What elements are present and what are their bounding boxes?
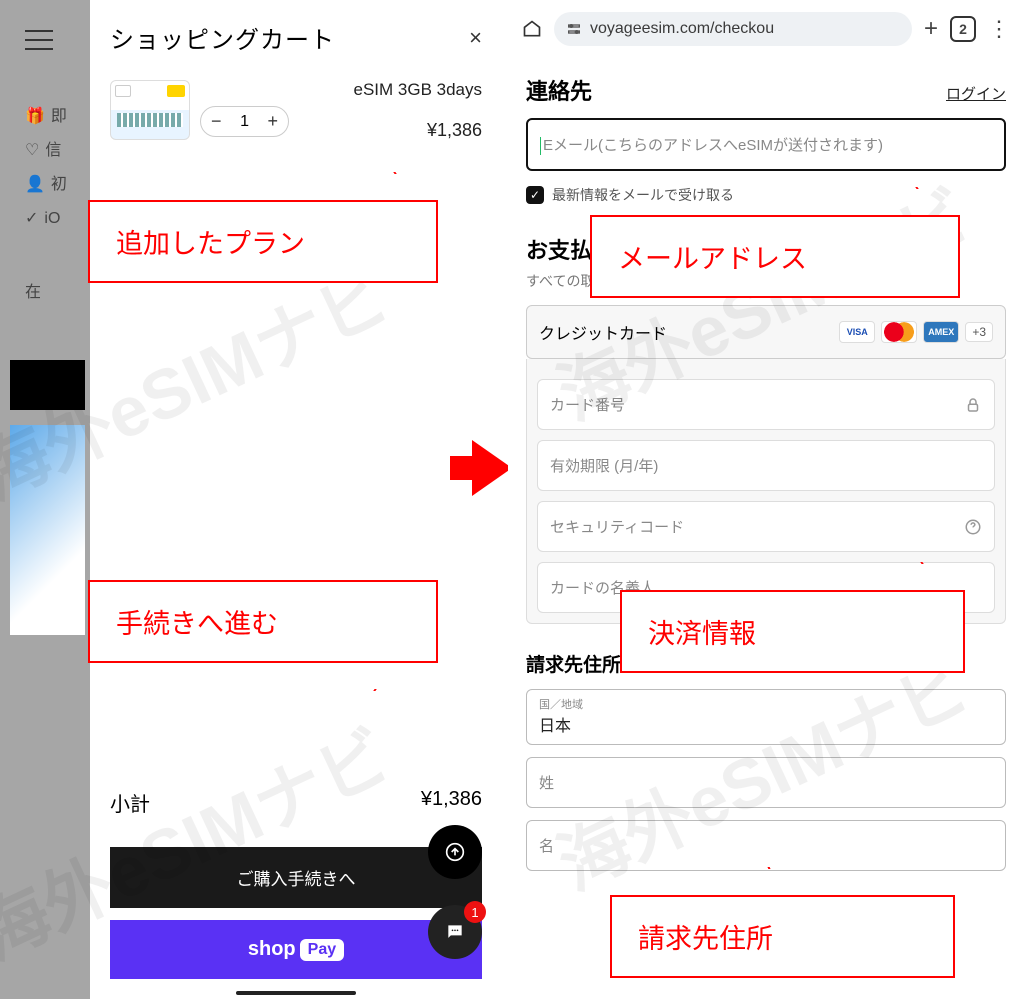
visa-icon: VISA (839, 321, 875, 343)
hamburger-icon[interactable] (25, 30, 53, 50)
chat-icon (445, 922, 465, 942)
url-bar[interactable]: voyageesim.com/checkou (554, 12, 912, 46)
mastercard-icon (881, 321, 917, 343)
email-field[interactable]: Eメール(こちらのアドレスへeSIMが送付されます) (526, 118, 1006, 171)
email-placeholder: Eメール(こちらのアドレスへeSIMが送付されます) (543, 137, 883, 154)
background-list: 🎁 即 ♡ 信 👤 初 ✓ iO 在 (25, 100, 67, 310)
shoppay-pill: Pay (300, 939, 344, 961)
callout-plan: 追加したプラン (88, 200, 438, 283)
shop-pay-button[interactable]: shop Pay (110, 920, 482, 979)
chat-button[interactable]: 1 (428, 905, 482, 959)
contact-title: 連絡先 (526, 74, 592, 106)
item-price: ¥1,386 (353, 120, 482, 141)
lock-icon (964, 396, 982, 414)
checkout-screen: voyageesim.com/checkou + 2 ⋮ 連絡先 ログイン Eメ… (508, 0, 1024, 999)
background-overlay: 🎁 即 ♡ 信 👤 初 ✓ iO 在 (0, 0, 90, 999)
cvv-placeholder: セキュリティコード (550, 519, 684, 536)
lastname-field[interactable]: 姓 (526, 757, 1006, 808)
cart-drawer: ショッピングカート × − 1 + eSIM 3GB 3days ¥1,386 … (90, 0, 502, 999)
expiry-placeholder: 有効期限 (月/年) (550, 458, 658, 475)
more-cards-badge: +3 (965, 322, 993, 342)
quantity-stepper[interactable]: − 1 + (200, 106, 289, 137)
subtotal-value: ¥1,386 (421, 788, 482, 817)
close-icon[interactable]: × (469, 25, 482, 51)
url-text: voyageesim.com/checkou (590, 20, 774, 38)
callout-proceed: 手続きへ進む (88, 580, 438, 663)
qty-value: 1 (238, 113, 252, 131)
payment-method-credit-card[interactable]: クレジットカード VISA AMEX +3 (526, 305, 1006, 359)
home-indicator (236, 991, 356, 995)
site-settings-icon (566, 21, 582, 37)
consent-label: 最新情報をメールで受け取る (552, 185, 734, 205)
arrow-right-icon (472, 440, 512, 496)
callout-email: メールアドレス (590, 215, 960, 298)
item-name: eSIM 3GB 3days (353, 80, 482, 100)
product-thumbnail[interactable] (110, 80, 190, 140)
scroll-top-button[interactable] (428, 825, 482, 879)
cvv-field[interactable]: セキュリティコード (537, 501, 995, 552)
arrow-up-icon (445, 842, 465, 862)
more-menu-icon[interactable]: ⋮ (988, 16, 1010, 42)
background-banner (10, 360, 85, 410)
qty-plus-button[interactable]: + (268, 111, 279, 132)
browser-bar: voyageesim.com/checkou + 2 ⋮ (508, 0, 1024, 54)
cart-title: ショッピングカート (110, 20, 335, 55)
country-label: 国／地域 (539, 696, 993, 712)
tabs-button[interactable]: 2 (950, 16, 976, 42)
firstname-placeholder: 名 (539, 838, 554, 855)
cart-screen: 🎁 即 ♡ 信 👤 初 ✓ iO 在 ショッピングカート × − 1 + (0, 0, 502, 999)
amex-icon: AMEX (923, 321, 959, 343)
home-icon[interactable] (522, 19, 542, 39)
firstname-field[interactable]: 名 (526, 820, 1006, 871)
subtotal-label: 小計 (110, 788, 150, 817)
credit-card-label: クレジットカード (539, 320, 667, 344)
checkout-button-label: ご購入手続きへ (237, 870, 356, 889)
cart-item: − 1 + eSIM 3GB 3days ¥1,386 (90, 70, 502, 151)
card-number-placeholder: カード番号 (550, 397, 625, 414)
country-select[interactable]: 国／地域 日本 (526, 689, 1006, 745)
new-tab-button[interactable]: + (924, 15, 938, 43)
checkout-button[interactable]: ご購入手続きへ (110, 847, 482, 908)
shoppay-text: shop (248, 938, 296, 961)
consent-checkbox[interactable]: ✓ (526, 186, 544, 204)
qty-minus-button[interactable]: − (211, 111, 222, 132)
lastname-placeholder: 姓 (539, 775, 554, 792)
expiry-field[interactable]: 有効期限 (月/年) (537, 440, 995, 491)
chat-badge: 1 (464, 901, 486, 923)
card-number-field[interactable]: カード番号 (537, 379, 995, 430)
country-value: 日本 (539, 712, 993, 736)
help-icon (964, 518, 982, 536)
background-image (10, 425, 85, 635)
login-link[interactable]: ログイン (946, 83, 1006, 104)
callout-billing: 請求先住所 (610, 895, 955, 978)
callout-payment: 決済情報 (620, 590, 965, 673)
